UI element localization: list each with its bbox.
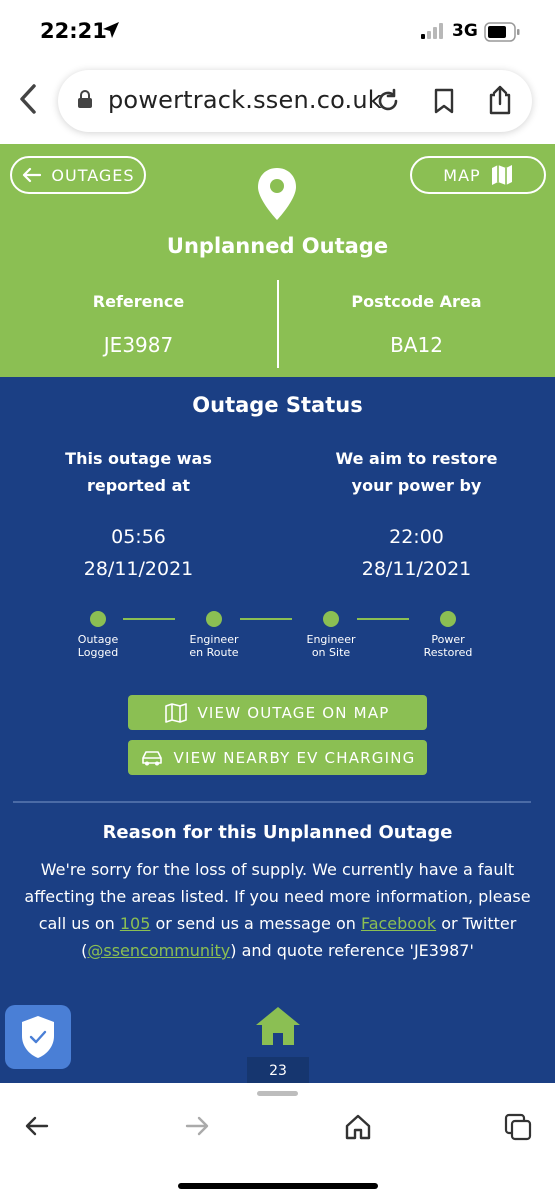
step-label: Engineer en Route (189, 633, 239, 659)
section-divider (13, 801, 531, 803)
tabs-icon[interactable] (504, 1113, 532, 1141)
status-title: Outage Status (192, 393, 363, 417)
reported-date-value: 28/11/2021 (83, 558, 194, 580)
view-ev-label: VIEW NEARBY EV CHARGING (173, 748, 416, 767)
battery-icon (484, 22, 520, 42)
progress-stepper: Outage Logged Engineer en Route Engineer on… (0, 607, 555, 667)
step-power-restored: Power Restored (398, 607, 498, 659)
reported-label-line2: reported at (86, 476, 191, 495)
reference-block: Reference JE3987 (0, 292, 277, 357)
home-icon[interactable] (254, 1005, 302, 1047)
home-icon[interactable] (344, 1113, 372, 1141)
status-time: 22:21 (40, 19, 107, 43)
outage-status-section: Outage Status This outage was reported a… (0, 377, 555, 1085)
reason-text-part: ) and quote reference 'JE3987' (230, 941, 474, 960)
browser-toolbar: powertrack.ssen.co.uk (0, 64, 555, 144)
back-chevron-icon[interactable] (14, 82, 44, 116)
status-bar: 22:21 3G (0, 0, 555, 64)
privacy-shield-button[interactable] (5, 1005, 71, 1069)
reason-text: We're sorry for the loss of supply. We c… (12, 856, 543, 964)
restore-label-line1: We aim to restore (335, 449, 498, 468)
browser-bottom-bar (0, 1083, 555, 1200)
reference-label: Reference (92, 292, 185, 311)
postcode-block: Postcode Area BA12 (278, 292, 555, 357)
reference-value: JE3987 (103, 333, 174, 357)
map-icon (491, 165, 512, 185)
outage-title: Unplanned Outage (166, 234, 389, 258)
address-bar[interactable]: powertrack.ssen.co.uk (58, 70, 532, 132)
reload-icon[interactable] (374, 87, 402, 115)
forward-arrow-icon[interactable] (184, 1113, 210, 1139)
step-engineer-on-site: Engineer on Site (281, 607, 381, 659)
outages-back-button[interactable]: OUTAGES (10, 156, 146, 194)
restore-time: 22:00 28/11/2021 (278, 521, 555, 585)
restore-date-value: 28/11/2021 (361, 558, 472, 580)
step-dot (323, 611, 339, 627)
sheet-grabber[interactable] (257, 1091, 298, 1096)
page-number: 23 (247, 1057, 309, 1085)
step-label: Outage Logged (77, 633, 119, 659)
restore-block: We aim to restore your power by 22:00 28… (278, 445, 555, 585)
restore-time-value: 22:00 (389, 526, 444, 548)
outage-header: OUTAGES MAP Unplanned Outage Reference J… (0, 144, 555, 377)
step-outage-logged: Outage Logged (48, 607, 148, 659)
step-label: Power Restored (423, 633, 473, 659)
phone-link[interactable]: 105 (120, 914, 151, 933)
reason-text-part: or send us a message on (150, 914, 361, 933)
map-button[interactable]: MAP (410, 156, 546, 194)
bookmark-icon[interactable] (432, 87, 456, 115)
postcode-label: Postcode Area (351, 292, 482, 311)
network-type: 3G (452, 21, 478, 41)
reason-title: Reason for this Unplanned Outage (102, 822, 453, 843)
car-icon (141, 750, 162, 765)
restore-label-line2: your power by (351, 476, 482, 495)
map-icon (165, 702, 188, 723)
step-dot (90, 611, 106, 627)
home-indicator (178, 1183, 378, 1189)
step-label: Engineer on Site (306, 633, 356, 659)
view-map-label: VIEW OUTAGE ON MAP (197, 703, 390, 722)
view-outage-on-map-button[interactable]: VIEW OUTAGE ON MAP (128, 695, 427, 730)
reported-label-line1: This outage was (65, 449, 212, 468)
outages-button-label: OUTAGES (51, 165, 135, 185)
reported-time: 05:56 28/11/2021 (0, 521, 277, 585)
step-engineer-en-route: Engineer en Route (164, 607, 264, 659)
lock-icon (78, 90, 92, 108)
map-pin-icon (258, 168, 296, 220)
twitter-link[interactable]: @ssencommunity (87, 941, 230, 960)
reported-block: This outage was reported at 05:56 28/11/… (0, 445, 277, 585)
step-dot (206, 611, 222, 627)
reported-time-value: 05:56 (111, 526, 166, 548)
url-text: powertrack.ssen.co.uk (108, 86, 382, 114)
map-button-label: MAP (443, 165, 481, 185)
facebook-link[interactable]: Facebook (361, 914, 436, 933)
signal-icon (421, 23, 443, 39)
arrow-left-icon (23, 167, 42, 183)
view-nearby-ev-charging-button[interactable]: VIEW NEARBY EV CHARGING (128, 740, 427, 775)
location-arrow-icon (103, 22, 119, 38)
shield-check-icon (22, 1016, 54, 1058)
share-icon[interactable] (486, 84, 514, 116)
back-arrow-icon[interactable] (24, 1113, 50, 1139)
postcode-value: BA12 (390, 333, 443, 357)
step-dot (440, 611, 456, 627)
